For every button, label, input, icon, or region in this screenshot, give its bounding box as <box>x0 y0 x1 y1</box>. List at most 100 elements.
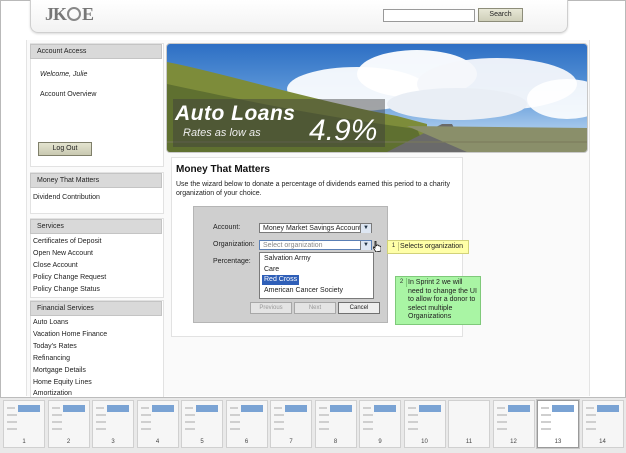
services-item[interactable]: Open New Account <box>33 250 93 257</box>
cancel-button[interactable]: Cancel <box>338 302 380 314</box>
thumbnail-number: 12 <box>510 439 517 445</box>
thumbnail-line <box>140 407 149 409</box>
next-button[interactable]: Next <box>294 302 336 314</box>
promo-banner[interactable]: Auto Loans Rates as low as 4.9% <box>166 43 588 153</box>
page-thumbnail[interactable]: 3 <box>92 400 134 448</box>
account-select[interactable]: Money Market Savings Account ▼ <box>259 223 372 233</box>
thumbnail-line <box>96 428 106 430</box>
services-item[interactable]: Policy Change Request <box>33 274 106 281</box>
financial-item[interactable]: Amortization <box>33 390 72 397</box>
organization-option[interactable]: Salvation Army <box>262 254 313 264</box>
thumbnail-line <box>51 428 62 430</box>
thumbnail-line <box>318 421 329 423</box>
thumbnail-line <box>407 428 418 430</box>
annotation-text: Selects organization <box>400 243 464 250</box>
page-thumbnail[interactable]: 1 <box>3 400 45 448</box>
hand-cursor-icon <box>373 241 381 252</box>
chevron-down-icon[interactable]: ▼ <box>360 241 371 250</box>
annotation-number: 2 <box>397 278 407 287</box>
thumbnail-line <box>363 428 373 430</box>
chevron-down-icon[interactable]: ▼ <box>360 224 371 233</box>
thumbnail-line <box>140 421 151 423</box>
thumbnail-line <box>318 428 329 430</box>
page-thumbnail[interactable]: 4 <box>136 400 179 448</box>
financial-header: Financial Services <box>30 301 162 316</box>
thumbnail-line <box>229 407 238 409</box>
thumbnail-line <box>7 407 15 409</box>
annotation-text: In Sprint 2 we will need to change the U… <box>408 279 477 320</box>
page-thumbnail[interactable]: 6 <box>225 400 268 448</box>
thumbnail-line <box>541 428 551 430</box>
services-item[interactable]: Policy Change Status <box>33 286 100 293</box>
page-thumbnail[interactable]: 9 <box>359 400 401 448</box>
page-thumbnail[interactable]: 14 <box>581 400 624 448</box>
logout-button[interactable]: Log Out <box>38 142 92 156</box>
thumbnail-line <box>541 414 551 416</box>
organization-option[interactable]: American Cancer Society <box>262 286 345 296</box>
organization-option[interactable]: Care <box>262 265 281 275</box>
thumbnail-line <box>496 414 507 416</box>
thumbnail-line <box>407 407 416 409</box>
banner-subtitle: Rates as low as <box>183 127 261 139</box>
thumbnail-number: 14 <box>599 439 606 445</box>
page-thumbnail[interactable]: 10 <box>403 400 446 448</box>
percentage-label: Percentage: <box>213 258 251 265</box>
thumbnail-line <box>140 428 151 430</box>
thumbnail-line <box>585 407 594 409</box>
thumbnail-line <box>541 421 551 423</box>
thumbnail-banner <box>596 405 619 412</box>
annotation-note: 1 Selects organization <box>387 240 469 254</box>
search-button[interactable]: Search <box>478 8 523 22</box>
services-item[interactable]: Close Account <box>33 262 78 269</box>
thumbnail-banner <box>107 405 129 412</box>
thumbnail-line <box>363 414 373 416</box>
organization-select[interactable]: Select organization ▼ <box>259 240 372 250</box>
thumbnail-number: 7 <box>289 439 293 445</box>
thumbnail-line <box>140 414 151 416</box>
page-thumbnail[interactable]: 8 <box>314 400 357 448</box>
thumbnail-line <box>496 428 507 430</box>
thumbnail-line <box>7 414 17 416</box>
page-thumbnail[interactable]: 2 <box>47 400 90 448</box>
banner-rate: 4.9% <box>309 114 378 147</box>
thumbnail-line <box>585 414 596 416</box>
thumbnail-line <box>96 414 106 416</box>
welcome-text: Welcome, Julie <box>40 71 88 78</box>
thumbnail-line <box>318 414 329 416</box>
thumbnail-banner <box>240 405 263 412</box>
search-input[interactable] <box>383 9 475 22</box>
thumbnail-line <box>318 407 327 409</box>
thumbnail-number: 8 <box>333 439 338 445</box>
financial-item[interactable]: Vacation Home Finance <box>33 331 107 338</box>
financial-item[interactable]: Auto Loans <box>33 319 68 326</box>
thumbnail-line <box>274 421 284 423</box>
banner-title: Auto Loans <box>175 102 296 125</box>
financial-item[interactable]: Today's Rates <box>33 343 77 350</box>
services-item[interactable]: Certificates of Deposit <box>33 238 101 245</box>
thumbnail-line <box>363 407 371 409</box>
thumbnail-line <box>185 414 195 416</box>
thumbnail-number: 10 <box>421 439 428 445</box>
page-thumbnail[interactable]: 5 <box>181 400 223 448</box>
thumbnail-number: 13 <box>554 439 562 445</box>
thumbnail-line <box>274 428 284 430</box>
site-logo[interactable]: JK E <box>45 4 94 25</box>
financial-item[interactable]: Home Equity Lines <box>33 379 92 386</box>
previous-button[interactable]: Previous <box>250 302 292 314</box>
thumbnail-line <box>7 428 17 430</box>
dividend-contribution-link[interactable]: Dividend Contribution <box>33 194 100 201</box>
organization-option-highlighted[interactable]: Red Cross <box>262 275 300 285</box>
page-thumbnail[interactable]: 12 <box>492 400 535 448</box>
page-thumbnail[interactable]: 13 <box>537 400 579 448</box>
account-overview-link[interactable]: Account Overview <box>40 91 96 98</box>
thumbnail-number: 11 <box>465 439 473 445</box>
account-select-value: Money Market Savings Account <box>263 225 362 232</box>
page-thumbnail[interactable]: 7 <box>270 400 312 448</box>
page-thumbnail[interactable]: 11 <box>448 400 490 448</box>
financial-item[interactable]: Refinancing <box>33 355 70 362</box>
financial-item[interactable]: Mortgage Details <box>33 367 86 374</box>
thumbnail-banner <box>329 405 352 412</box>
thumbnail-line <box>185 407 193 409</box>
thumbnail-line <box>541 407 549 409</box>
organization-dropdown-list: Salvation Army Care Red Cross American C… <box>259 252 374 299</box>
